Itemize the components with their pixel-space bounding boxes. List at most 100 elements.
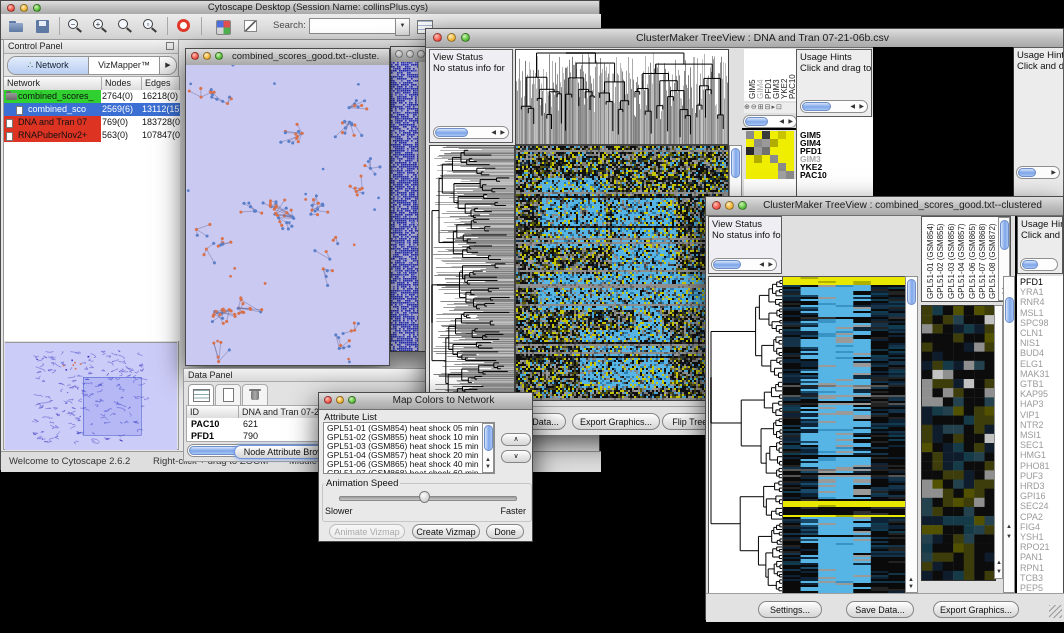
vizmapper-icon[interactable] bbox=[213, 17, 233, 37]
move-up-button[interactable]: ∧ bbox=[501, 433, 531, 446]
gene-label[interactable]: TCB3 bbox=[1020, 573, 1050, 583]
cytoscape-titlebar[interactable]: Cytoscape Desktop (Session Name: collins… bbox=[1, 1, 599, 15]
gene-label[interactable]: NIS1 bbox=[1020, 338, 1050, 348]
gene-label[interactable]: YRA1 bbox=[1020, 287, 1050, 297]
usage-hints-hscrollbar[interactable] bbox=[1020, 258, 1058, 271]
column-label[interactable]: GPL51-03 (GSM856) bbox=[947, 217, 956, 299]
gene-dendrogram-canvas[interactable] bbox=[708, 276, 784, 595]
column-header-nodes[interactable]: Nodes bbox=[102, 77, 142, 90]
network-name-cell[interactable]: RNAPuberNov2+ bbox=[4, 129, 101, 142]
treeview2-titlebar[interactable]: ClusterMaker TreeView : combined_scores_… bbox=[706, 197, 1063, 216]
zoom-window-icon[interactable] bbox=[33, 4, 41, 12]
export-graphics-button[interactable]: Export Graphics... bbox=[933, 601, 1019, 618]
save-icon[interactable] bbox=[33, 17, 53, 37]
tab-overflow-arrow[interactable]: ▶ bbox=[159, 57, 176, 74]
close-icon[interactable] bbox=[395, 50, 403, 58]
column-header-network[interactable]: Network bbox=[4, 77, 102, 90]
gene-label-vscrollbar[interactable]: ▲▼ bbox=[1003, 276, 1015, 593]
column-label[interactable]: GPL51-06 (GSM865) bbox=[968, 217, 977, 299]
network-name-cell[interactable]: combined_sco bbox=[4, 103, 101, 116]
done-button[interactable]: Done bbox=[486, 524, 524, 539]
search-input[interactable] bbox=[309, 18, 397, 34]
gene-dendrogram-canvas[interactable] bbox=[429, 145, 515, 401]
network-view-titlebar[interactable]: combined_scores_good.txt--cluste... bbox=[186, 49, 389, 66]
help-lifering-icon[interactable] bbox=[175, 17, 195, 37]
gene-label[interactable]: MAK31 bbox=[1020, 369, 1050, 379]
dense-network-canvas[interactable] bbox=[391, 62, 418, 351]
scrollbar-thumb[interactable] bbox=[1018, 168, 1036, 177]
zoom-in-icon[interactable]: + bbox=[90, 17, 110, 37]
tab-network[interactable]: ∴ Network bbox=[8, 57, 89, 74]
gene-label[interactable]: BUD4 bbox=[1020, 348, 1050, 358]
global-heatmap-canvas[interactable] bbox=[515, 145, 729, 401]
attribute-listbox[interactable]: GPL51-01 (GSM854) heat shock 05 minGPL51… bbox=[323, 422, 495, 474]
scrollbar-thumb[interactable] bbox=[435, 128, 468, 137]
heatmap-vscrollb ar[interactable]: ▲▼ bbox=[905, 276, 918, 593]
column-label[interactable]: GPL51-04 (GSM857) bbox=[957, 217, 966, 299]
column-label[interactable]: GPL51-02 (GSM855) bbox=[936, 217, 945, 299]
view-status-hscrollbar[interactable]: ◀▶ bbox=[711, 258, 777, 271]
zoom-heatmap-canvas[interactable] bbox=[921, 305, 996, 581]
gene-label[interactable]: MSL1 bbox=[1020, 308, 1050, 318]
usage-hints-hscrollbar[interactable]: ◀▶ bbox=[800, 100, 868, 113]
settings-button[interactable]: Settings... bbox=[758, 601, 822, 618]
close-icon[interactable] bbox=[433, 33, 442, 42]
gene-label[interactable]: HMG1 bbox=[1020, 450, 1050, 460]
minimize-icon[interactable] bbox=[336, 396, 344, 404]
scrollbar-thumb[interactable] bbox=[1005, 297, 1014, 323]
new-attribute-icon[interactable] bbox=[215, 384, 241, 406]
gene-label[interactable]: GTB1 bbox=[1020, 379, 1050, 389]
gene-label[interactable]: SEC24 bbox=[1020, 501, 1050, 511]
zoom-control-icons[interactable]: ⊕⊖⊞⊟▸⊡ bbox=[744, 103, 796, 113]
zoom-window-icon[interactable] bbox=[461, 33, 470, 42]
network-table-row[interactable]: combined_scores_2764(0)16218(0) bbox=[4, 90, 180, 103]
dialog-titlebar[interactable]: Map Colors to Network bbox=[319, 393, 532, 410]
tab-vizmapper[interactable]: VizMapper™ bbox=[89, 57, 159, 74]
gene-label[interactable]: RNR4 bbox=[1020, 297, 1050, 307]
array-dendrogram-canvas[interactable] bbox=[515, 49, 729, 145]
close-icon[interactable] bbox=[7, 4, 15, 12]
treeview1-titlebar[interactable]: ClusterMaker TreeView : DNA and Tran 07-… bbox=[426, 29, 1063, 48]
gene-label[interactable]: VIP1 bbox=[1020, 410, 1050, 420]
network-overview-canvas[interactable] bbox=[5, 342, 177, 450]
network-canvas[interactable] bbox=[186, 65, 389, 365]
column-label[interactable]: GPL51-08 (GSM872) bbox=[988, 217, 997, 299]
gene-label[interactable]: PAN1 bbox=[1020, 552, 1050, 562]
gene-label[interactable]: YSH1 bbox=[1020, 532, 1050, 542]
scrollbar-thumb[interactable] bbox=[802, 102, 831, 111]
gene-label[interactable]: CPA2 bbox=[1020, 512, 1050, 522]
network-name-cell[interactable]: DNA and Tran 07 bbox=[4, 116, 101, 129]
background-network-window[interactable] bbox=[390, 46, 426, 352]
column-header-id[interactable]: ID bbox=[187, 406, 239, 418]
gene-label[interactable]: KAP95 bbox=[1020, 389, 1050, 399]
gene-label[interactable]: SEC1 bbox=[1020, 440, 1050, 450]
map-colors-dialog[interactable]: Map Colors to Network Attribute List GPL… bbox=[318, 392, 533, 542]
open-folder-icon[interactable] bbox=[7, 17, 27, 37]
gene-label[interactable]: GPI16 bbox=[1020, 491, 1050, 501]
gene-label[interactable]: RPN1 bbox=[1020, 563, 1050, 573]
column-header-edges[interactable]: Edges bbox=[142, 77, 180, 90]
column-label[interactable]: GPL51-07 (GSM868) bbox=[978, 217, 987, 299]
close-icon[interactable] bbox=[191, 52, 199, 60]
scrollbar-thumb[interactable] bbox=[1000, 220, 1009, 250]
zoom-heatmap-canvas[interactable] bbox=[746, 131, 794, 179]
gene-label[interactable]: PEP5 bbox=[1020, 583, 1050, 593]
gene-label[interactable]: PFD1 bbox=[1020, 277, 1050, 287]
scrollbar-thumb[interactable] bbox=[484, 425, 493, 451]
usage-hints-hscrollbar[interactable]: ▶ bbox=[1016, 166, 1060, 179]
gene-label[interactable]: HRD3 bbox=[1020, 481, 1050, 491]
zoom-window-icon[interactable] bbox=[215, 52, 223, 60]
zoom-window-icon[interactable] bbox=[417, 50, 425, 58]
move-down-button[interactable]: ∨ bbox=[501, 450, 531, 463]
save-data-button[interactable]: Save Data... bbox=[846, 601, 914, 618]
gene-label[interactable]: SPC98 bbox=[1020, 318, 1050, 328]
background-network-titlebar[interactable] bbox=[391, 47, 425, 63]
scrollbar-thumb[interactable] bbox=[731, 148, 740, 178]
annotation-icon[interactable] bbox=[241, 17, 261, 37]
gene-label[interactable]: PHO81 bbox=[1020, 461, 1050, 471]
minimize-icon[interactable] bbox=[447, 33, 456, 42]
zoom-fit-icon[interactable] bbox=[115, 17, 135, 37]
zoom-window-icon[interactable] bbox=[738, 201, 747, 210]
scrollbar-thumb[interactable] bbox=[1022, 260, 1038, 269]
zoom-hscrollbar[interactable]: ◀▶ bbox=[743, 115, 797, 128]
